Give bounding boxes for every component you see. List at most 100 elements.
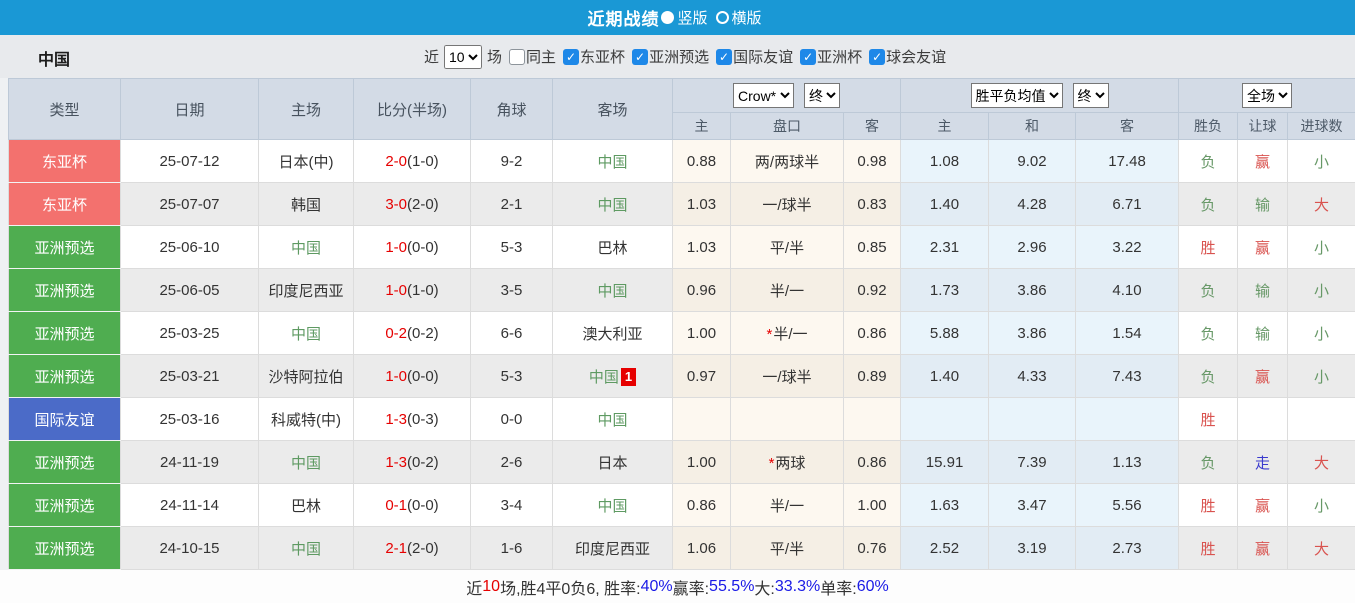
table-row: 亚洲预选24-10-15中国2-1(2-0)1-6印度尼西亚1.06平/半0.7… — [9, 527, 1355, 570]
checkbox-label[interactable]: 亚洲杯 — [817, 46, 862, 67]
cell-home-team: 沙特阿拉伯 — [259, 355, 354, 398]
league-checkbox-1[interactable]: ✓东亚杯 — [556, 46, 625, 67]
handicap-line-text: 平/半 — [770, 240, 804, 257]
col-header-away: 客场 — [553, 79, 673, 140]
col-header-corners: 角球 — [471, 79, 553, 140]
title-bar: 近期战绩 竖版 横版 — [0, 0, 1355, 35]
halftime-score: (1-0) — [407, 153, 439, 170]
handicap-line-text: 半/一 — [770, 283, 804, 300]
cell-home-team: 巴林 — [259, 484, 354, 527]
checked-checkbox-icon[interactable]: ✓ — [716, 49, 732, 65]
cell-handicap-home-odds: 0.86 — [673, 484, 731, 527]
cell-handicap-home-odds: 1.00 — [673, 312, 731, 355]
scope-select[interactable]: 全场 — [1242, 83, 1292, 108]
cell-date: 24-11-19 — [121, 441, 259, 484]
cell-europe-home-odds: 2.31 — [901, 226, 989, 269]
cell-match-type: 亚洲预选 — [9, 312, 121, 355]
summary-segment: 近 — [466, 575, 482, 599]
cell-away-team: 中国 — [553, 140, 673, 183]
europe-odds-select[interactable]: 胜平负均值 — [971, 83, 1063, 108]
radio-vertical-label[interactable]: 竖版 — [677, 7, 707, 28]
cell-handicap-result: 赢 — [1238, 226, 1288, 269]
cell-europe-home-odds: 1.08 — [901, 140, 989, 183]
cell-away-team: 日本 — [553, 441, 673, 484]
summary-segment: 赢率: — [673, 575, 709, 599]
cell-handicap-line: 平/半 — [731, 527, 844, 570]
checked-checkbox-icon[interactable]: ✓ — [563, 49, 579, 65]
checked-checkbox-icon[interactable]: ✓ — [800, 49, 816, 65]
cell-europe-draw-odds: 4.28 — [989, 183, 1076, 226]
cell-europe-draw-odds: 2.96 — [989, 226, 1076, 269]
match-count-select[interactable]: 10 — [444, 45, 482, 69]
cell-handicap-result: 赢 — [1238, 355, 1288, 398]
league-checkbox-5[interactable]: ✓球会友谊 — [862, 46, 946, 67]
checkbox-label[interactable]: 东亚杯 — [580, 46, 625, 67]
cell-corners: 2-1 — [471, 183, 553, 226]
league-checkbox-4[interactable]: ✓亚洲杯 — [793, 46, 862, 67]
cell-score: 1-0(0-0) — [354, 226, 471, 269]
checkbox-label[interactable]: 国际友谊 — [733, 46, 793, 67]
summary-segment: 10 — [482, 578, 500, 596]
radio-horizontal-label[interactable]: 横版 — [732, 7, 762, 28]
cell-date: 25-07-07 — [121, 183, 259, 226]
table-row: 亚洲预选24-11-14巴林0-1(0-0)3-4中国0.86半/一1.001.… — [9, 484, 1355, 527]
result-group-header: 全场 — [1179, 79, 1355, 113]
league-checkbox-2[interactable]: ✓亚洲预选 — [625, 46, 709, 67]
table-row: 东亚杯25-07-12日本(中)2-0(1-0)9-2中国0.88两/两球半0.… — [9, 140, 1355, 183]
cell-date: 25-03-25 — [121, 312, 259, 355]
checked-checkbox-icon[interactable]: ✓ — [632, 49, 648, 65]
league-checkbox-0[interactable]: 同主 — [502, 46, 556, 67]
subcol-goals: 进球数 — [1288, 113, 1355, 140]
handicap-line-text: 两球 — [775, 455, 805, 472]
cell-date: 25-06-10 — [121, 226, 259, 269]
subcol-eu-away: 客 — [1076, 113, 1179, 140]
cell-home-team: 中国 — [259, 312, 354, 355]
checkbox-label[interactable]: 亚洲预选 — [649, 46, 709, 67]
cell-match-type: 东亚杯 — [9, 140, 121, 183]
odds-company-select[interactable]: Crow* — [733, 83, 794, 108]
cell-europe-home-odds: 1.40 — [901, 355, 989, 398]
subcol-handicap-result: 让球 — [1238, 113, 1288, 140]
cell-home-team: 印度尼西亚 — [259, 269, 354, 312]
cell-handicap-home-odds: 1.03 — [673, 183, 731, 226]
cell-winloss-result: 负 — [1179, 140, 1238, 183]
halftime-score: (2-0) — [407, 196, 439, 213]
handicap-line-text: 两/两球半 — [755, 154, 819, 171]
checked-checkbox-icon[interactable]: ✓ — [869, 49, 885, 65]
home-team-name: 中国 — [291, 240, 321, 257]
cell-home-team: 韩国 — [259, 183, 354, 226]
cell-match-type: 东亚杯 — [9, 183, 121, 226]
europe-odds-group-header: 胜平负均值 终 — [901, 79, 1179, 113]
radio-vertical-layout[interactable] — [661, 11, 674, 24]
cell-corners: 9-2 — [471, 140, 553, 183]
col-header-type: 类型 — [9, 79, 121, 140]
checkbox-label[interactable]: 同主 — [526, 46, 556, 67]
unchecked-checkbox-icon[interactable] — [509, 49, 525, 65]
odds-time-select-2[interactable]: 终 — [1073, 83, 1109, 108]
filter-bar: 中国 近 10 场 同主✓东亚杯✓亚洲预选✓国际友谊✓亚洲杯✓球会友谊 — [0, 35, 1355, 78]
cell-home-team: 中国 — [259, 226, 354, 269]
away-team-name: 中国 — [597, 283, 627, 300]
summary-segment: 55.5% — [709, 578, 754, 596]
handicap-line-text: 平/半 — [770, 541, 804, 558]
cell-handicap-away-odds: 0.76 — [844, 527, 901, 570]
cell-score: 1-0(1-0) — [354, 269, 471, 312]
cell-europe-draw-odds — [989, 398, 1076, 441]
live-odds-star: * — [769, 455, 775, 472]
cell-europe-draw-odds: 4.33 — [989, 355, 1076, 398]
table-row: 国际友谊25-03-16科威特(中)1-3(0-3)0-0中国胜 — [9, 398, 1355, 441]
checkbox-label[interactable]: 球会友谊 — [886, 46, 946, 67]
cell-date: 24-11-14 — [121, 484, 259, 527]
league-checkbox-3[interactable]: ✓国际友谊 — [709, 46, 793, 67]
halftime-score: (0-3) — [407, 411, 439, 428]
cell-winloss-result: 负 — [1179, 355, 1238, 398]
handicap-line-text: 一/球半 — [762, 197, 811, 214]
cell-corners: 3-5 — [471, 269, 553, 312]
cell-winloss-result: 负 — [1179, 269, 1238, 312]
cell-europe-away-odds: 17.48 — [1076, 140, 1179, 183]
cell-handicap-line: *两球 — [731, 441, 844, 484]
radio-horizontal-layout[interactable] — [716, 11, 729, 24]
cell-europe-away-odds: 2.73 — [1076, 527, 1179, 570]
cell-goals-result: 大 — [1288, 441, 1355, 484]
odds-time-select-1[interactable]: 终 — [804, 83, 840, 108]
